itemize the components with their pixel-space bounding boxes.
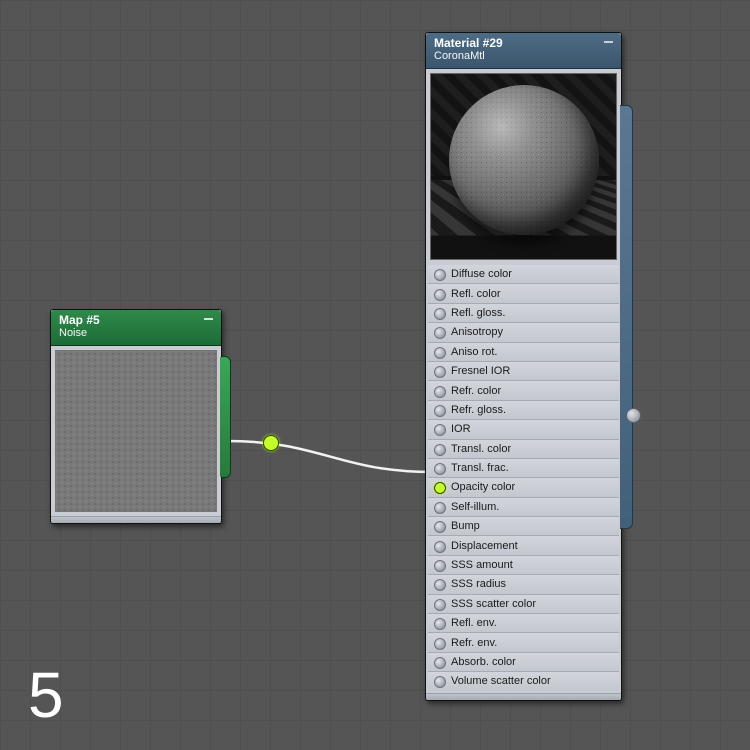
- step-number-label: 5: [28, 658, 64, 732]
- material-slot-transl-frac[interactable]: Transl. frac.: [428, 459, 619, 478]
- slot-input-port[interactable]: [434, 269, 446, 281]
- slot-input-port[interactable]: [434, 347, 446, 359]
- material-slot-diffuse-color[interactable]: Diffuse color: [428, 265, 619, 284]
- slot-input-port[interactable]: [434, 541, 446, 553]
- map-node-header[interactable]: Map #5 Noise: [51, 310, 221, 346]
- material-node-title: Material #29: [434, 37, 615, 50]
- slot-label: Refl. gloss.: [451, 307, 505, 319]
- slot-input-port[interactable]: [434, 579, 446, 591]
- slot-input-port[interactable]: [434, 327, 446, 339]
- slot-input-port[interactable]: [434, 366, 446, 378]
- material-slot-refl-color[interactable]: Refl. color: [428, 284, 619, 303]
- material-slot-sss-scatter-color[interactable]: SSS scatter color: [428, 595, 619, 614]
- slot-input-port[interactable]: [434, 521, 446, 533]
- material-slot-refr-color[interactable]: Refr. color: [428, 381, 619, 400]
- slot-label: SSS scatter color: [451, 598, 536, 610]
- material-slot-transl-color[interactable]: Transl. color: [428, 440, 619, 459]
- node-editor-canvas[interactable]: Map #5 Noise Material #29 CoronaMtl Diff…: [0, 0, 750, 750]
- material-slot-absorb-color[interactable]: Absorb. color: [428, 653, 619, 672]
- slot-input-port[interactable]: [434, 676, 446, 688]
- slot-label: Refl. color: [451, 288, 501, 300]
- material-slot-opacity-color[interactable]: Opacity color: [428, 478, 619, 497]
- slot-input-port[interactable]: [434, 405, 446, 417]
- material-slot-anisotropy[interactable]: Anisotropy: [428, 323, 619, 342]
- material-node-subtitle: CoronaMtl: [434, 50, 615, 62]
- map-output-port[interactable]: [263, 435, 279, 451]
- slot-label: Refr. color: [451, 385, 501, 397]
- slot-label: Diffuse color: [451, 268, 512, 280]
- slot-label: SSS radius: [451, 578, 506, 590]
- slot-input-port[interactable]: [434, 463, 446, 475]
- map-node-subtitle: Noise: [59, 327, 215, 339]
- material-slot-volume-scatter-color[interactable]: Volume scatter color: [428, 672, 619, 690]
- slot-label: Absorb. color: [451, 656, 516, 668]
- material-slot-refr-gloss[interactable]: Refr. gloss.: [428, 401, 619, 420]
- material-slot-ior[interactable]: IOR: [428, 420, 619, 439]
- slot-label: Refr. gloss.: [451, 404, 506, 416]
- slot-input-port[interactable]: [434, 482, 446, 494]
- material-output-port[interactable]: [626, 408, 641, 423]
- map-preview-thumbnail[interactable]: [55, 350, 217, 512]
- material-slot-aniso-rot[interactable]: Aniso rot.: [428, 343, 619, 362]
- slot-input-port[interactable]: [434, 444, 446, 456]
- slot-input-port[interactable]: [434, 386, 446, 398]
- material-slot-self-illum[interactable]: Self-illum.: [428, 498, 619, 517]
- slot-label: Volume scatter color: [451, 675, 551, 687]
- slot-label: Refr. env.: [451, 637, 497, 649]
- material-slot-refl-gloss[interactable]: Refl. gloss.: [428, 304, 619, 323]
- map-node-title: Map #5: [59, 314, 215, 327]
- slot-label: Aniso rot.: [451, 346, 497, 358]
- material-output-rail[interactable]: [620, 105, 633, 529]
- material-slot-sss-amount[interactable]: SSS amount: [428, 556, 619, 575]
- material-node-header[interactable]: Material #29 CoronaMtl: [426, 33, 621, 69]
- slot-label: Transl. color: [451, 443, 511, 455]
- slot-label: Self-illum.: [451, 501, 499, 513]
- node-material-29[interactable]: Material #29 CoronaMtl Diffuse color Refl…: [425, 32, 622, 701]
- material-slot-displacement[interactable]: Displacement: [428, 536, 619, 555]
- slot-label: Refl. env.: [451, 617, 497, 629]
- material-slot-refl-env[interactable]: Refl. env.: [428, 614, 619, 633]
- slot-input-port[interactable]: [434, 599, 446, 611]
- slot-input-port[interactable]: [434, 424, 446, 436]
- slot-label: Anisotropy: [451, 326, 503, 338]
- map-node-footer: [51, 516, 221, 523]
- slot-label: IOR: [451, 423, 471, 435]
- slot-input-port[interactable]: [434, 308, 446, 320]
- node-map-5[interactable]: Map #5 Noise: [50, 309, 222, 524]
- slot-label: SSS amount: [451, 559, 513, 571]
- slot-label: Transl. frac.: [451, 462, 509, 474]
- material-slot-list: Diffuse color Refl. color Refl. gloss. Anis…: [426, 264, 621, 693]
- material-slot-fresnel-ior[interactable]: Fresnel IOR: [428, 362, 619, 381]
- slot-input-port[interactable]: [434, 289, 446, 301]
- material-preview-thumbnail[interactable]: [430, 73, 617, 260]
- slot-input-port[interactable]: [434, 560, 446, 572]
- slot-input-port[interactable]: [434, 502, 446, 514]
- slot-label: Opacity color: [451, 481, 515, 493]
- material-node-footer: [426, 693, 621, 700]
- minimize-icon[interactable]: [201, 313, 215, 325]
- slot-label: Displacement: [451, 540, 518, 552]
- material-slot-refr-env[interactable]: Refr. env.: [428, 633, 619, 652]
- slot-input-port[interactable]: [434, 638, 446, 650]
- map-output-rail[interactable]: [220, 356, 231, 478]
- material-slot-sss-radius[interactable]: SSS radius: [428, 575, 619, 594]
- minimize-icon[interactable]: [601, 36, 615, 48]
- slot-input-port[interactable]: [434, 657, 446, 669]
- slot-input-port[interactable]: [434, 618, 446, 630]
- material-slot-bump[interactable]: Bump: [428, 517, 619, 536]
- slot-label: Fresnel IOR: [451, 365, 510, 377]
- noise-texture-icon: [56, 351, 216, 511]
- preview-sphere-icon: [449, 85, 599, 235]
- slot-label: Bump: [451, 520, 480, 532]
